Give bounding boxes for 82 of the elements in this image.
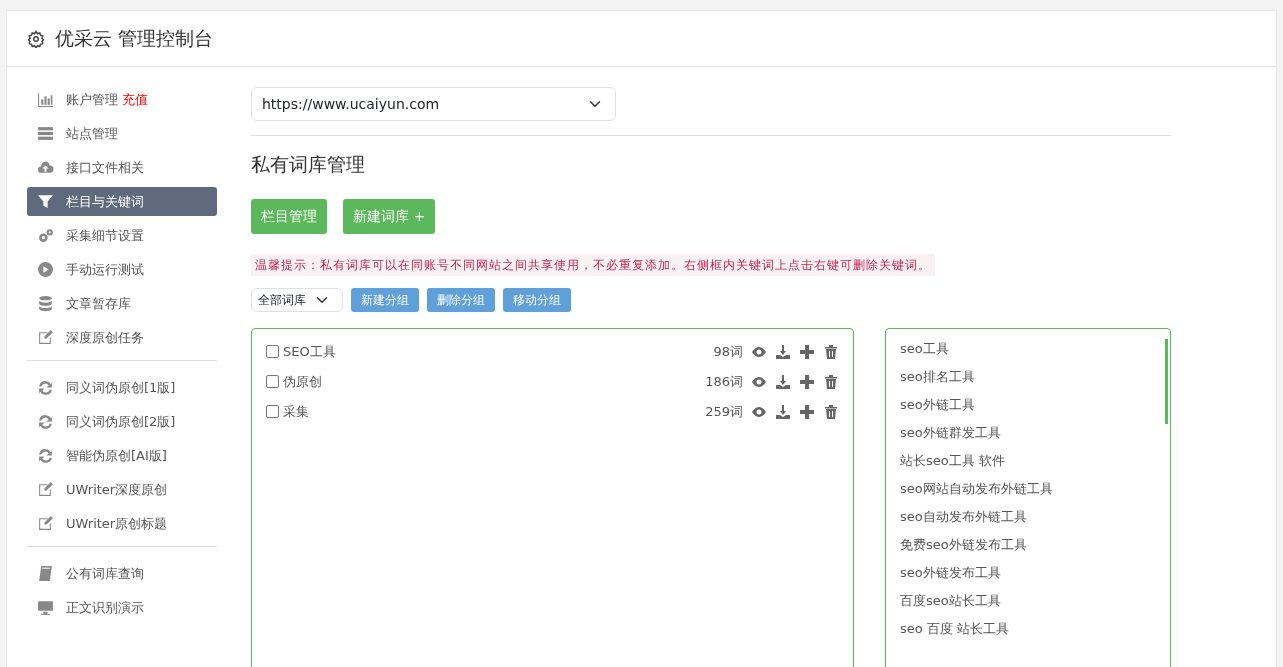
checkbox[interactable] — [266, 375, 279, 388]
sidebar-label: 接口文件相关 — [66, 158, 144, 177]
chart-icon — [37, 91, 54, 108]
sidebar-label: 同义词伪原创[2版] — [66, 412, 176, 431]
word-count: 259词 — [705, 402, 743, 421]
sidebar-item[interactable]: 手动运行测试 — [27, 255, 217, 284]
recharge-link[interactable]: 充值 — [122, 89, 148, 110]
sidebar-item[interactable]: 同义词伪原创[2版] — [27, 407, 217, 436]
sidebar-item[interactable]: 深度原创任务 — [27, 323, 217, 352]
download-icon[interactable] — [775, 373, 791, 390]
keyword-item[interactable]: 百度seo站长工具 — [900, 586, 1156, 615]
word-count: 186词 — [705, 372, 743, 391]
library-name: 采集 — [283, 402, 310, 421]
sidebar-label: 手动运行测试 — [66, 260, 144, 279]
trash-icon[interactable] — [823, 343, 839, 360]
sidebar-item[interactable]: 智能伪原创[AI版] — [27, 441, 217, 470]
sidebar-item[interactable]: UWriter原创标题 — [27, 509, 217, 538]
sidebar-label: UWriter原创标题 — [66, 514, 168, 533]
download-icon[interactable] — [775, 343, 791, 360]
settings-icon — [27, 29, 45, 48]
database-icon — [37, 295, 54, 312]
word-count: 98词 — [713, 342, 743, 361]
sidebar-label: 站点管理 — [66, 124, 118, 143]
keyword-item[interactable]: seo自动发布外链工具 — [900, 502, 1156, 531]
sidebar-label: 栏目与关键词 — [66, 192, 144, 211]
sidebar-item[interactable]: 公有词库查询 — [27, 559, 217, 588]
sidebar-item[interactable]: UWriter深度原创 — [27, 475, 217, 504]
play-icon — [37, 261, 54, 278]
download-icon[interactable] — [775, 403, 791, 420]
keyword-item[interactable]: 免费seo外链发布工具 — [900, 530, 1156, 559]
plus-icon[interactable] — [799, 343, 815, 360]
sidebar-item[interactable]: 账户管理 充值 — [27, 85, 217, 114]
edit-icon — [37, 329, 54, 346]
edit-icon — [37, 481, 54, 498]
refresh-icon — [37, 379, 54, 396]
plus-icon[interactable] — [799, 403, 815, 420]
sidebar-label: 账户管理 — [66, 90, 118, 109]
monitor-icon — [37, 599, 54, 616]
sidebar-label: 同义词伪原创[1版] — [66, 378, 176, 397]
page-title: 私有词库管理 — [251, 135, 1171, 179]
hint-text: 温馨提示：私有词库可以在同账号不同网站之间共享使用，不必重复添加。右侧框内关键词上点击右键可删除关键词。 — [251, 253, 935, 276]
keyword-item[interactable]: seo外链群发工具 — [900, 418, 1156, 447]
gears-icon — [37, 227, 54, 244]
checkbox[interactable] — [266, 345, 279, 358]
sidebar-label: 智能伪原创[AI版] — [66, 446, 167, 465]
sidebar-label: 深度原创任务 — [66, 328, 144, 347]
keyword-item[interactable]: seo网站自动发布外链工具 — [900, 474, 1156, 503]
sidebar-label: 文章暂存库 — [66, 294, 131, 313]
sidebar-label: 采集细节设置 — [66, 226, 144, 245]
sidebar-label: UWriter深度原创 — [66, 480, 168, 499]
sidebar-label: 正文识别演示 — [66, 598, 144, 617]
keyword-item[interactable]: seo工具 — [900, 334, 1156, 363]
refresh-icon — [37, 413, 54, 430]
site-select[interactable]: https://www.ucaiyun.com — [251, 87, 616, 121]
trash-icon[interactable] — [823, 403, 839, 420]
book-icon — [37, 565, 54, 582]
refresh-icon — [37, 447, 54, 464]
trash-icon[interactable] — [823, 373, 839, 390]
filter-icon — [37, 193, 54, 210]
sidebar-label: 公有词库查询 — [66, 564, 144, 583]
sidebar-item[interactable]: 正文识别演示 — [27, 593, 217, 622]
plus-icon[interactable] — [799, 373, 815, 390]
cloud-upload-icon — [37, 159, 54, 176]
app-title: 优采云 管理控制台 — [55, 26, 214, 52]
library-name: 伪原创 — [283, 372, 323, 391]
sidebar-item[interactable]: 文章暂存库 — [27, 289, 217, 318]
keyword-item[interactable]: seo 百度 站长工具 — [900, 614, 1156, 643]
server-icon — [37, 125, 54, 142]
sidebar-item[interactable]: 站点管理 — [27, 119, 217, 148]
library-select[interactable]: 全部词库 — [251, 287, 343, 312]
sidebar-item[interactable]: 接口文件相关 — [27, 153, 217, 182]
checkbox[interactable] — [266, 405, 279, 418]
keyword-item[interactable]: seo外链工具 — [900, 390, 1156, 419]
keyword-item[interactable]: seo排名工具 — [900, 362, 1156, 391]
sidebar-item[interactable]: 采集细节设置 — [27, 221, 217, 250]
library-name: SEO工具 — [283, 342, 337, 361]
keyword-item[interactable]: 站长seo工具 软件 — [900, 446, 1156, 475]
keyword-item[interactable]: seo外链发布工具 — [900, 558, 1156, 587]
edit-icon — [37, 515, 54, 532]
scrollbar[interactable] — [1165, 338, 1168, 424]
sidebar-item[interactable]: 同义词伪原创[1版] — [27, 373, 217, 402]
sidebar-item[interactable]: 栏目与关键词 — [27, 187, 217, 216]
